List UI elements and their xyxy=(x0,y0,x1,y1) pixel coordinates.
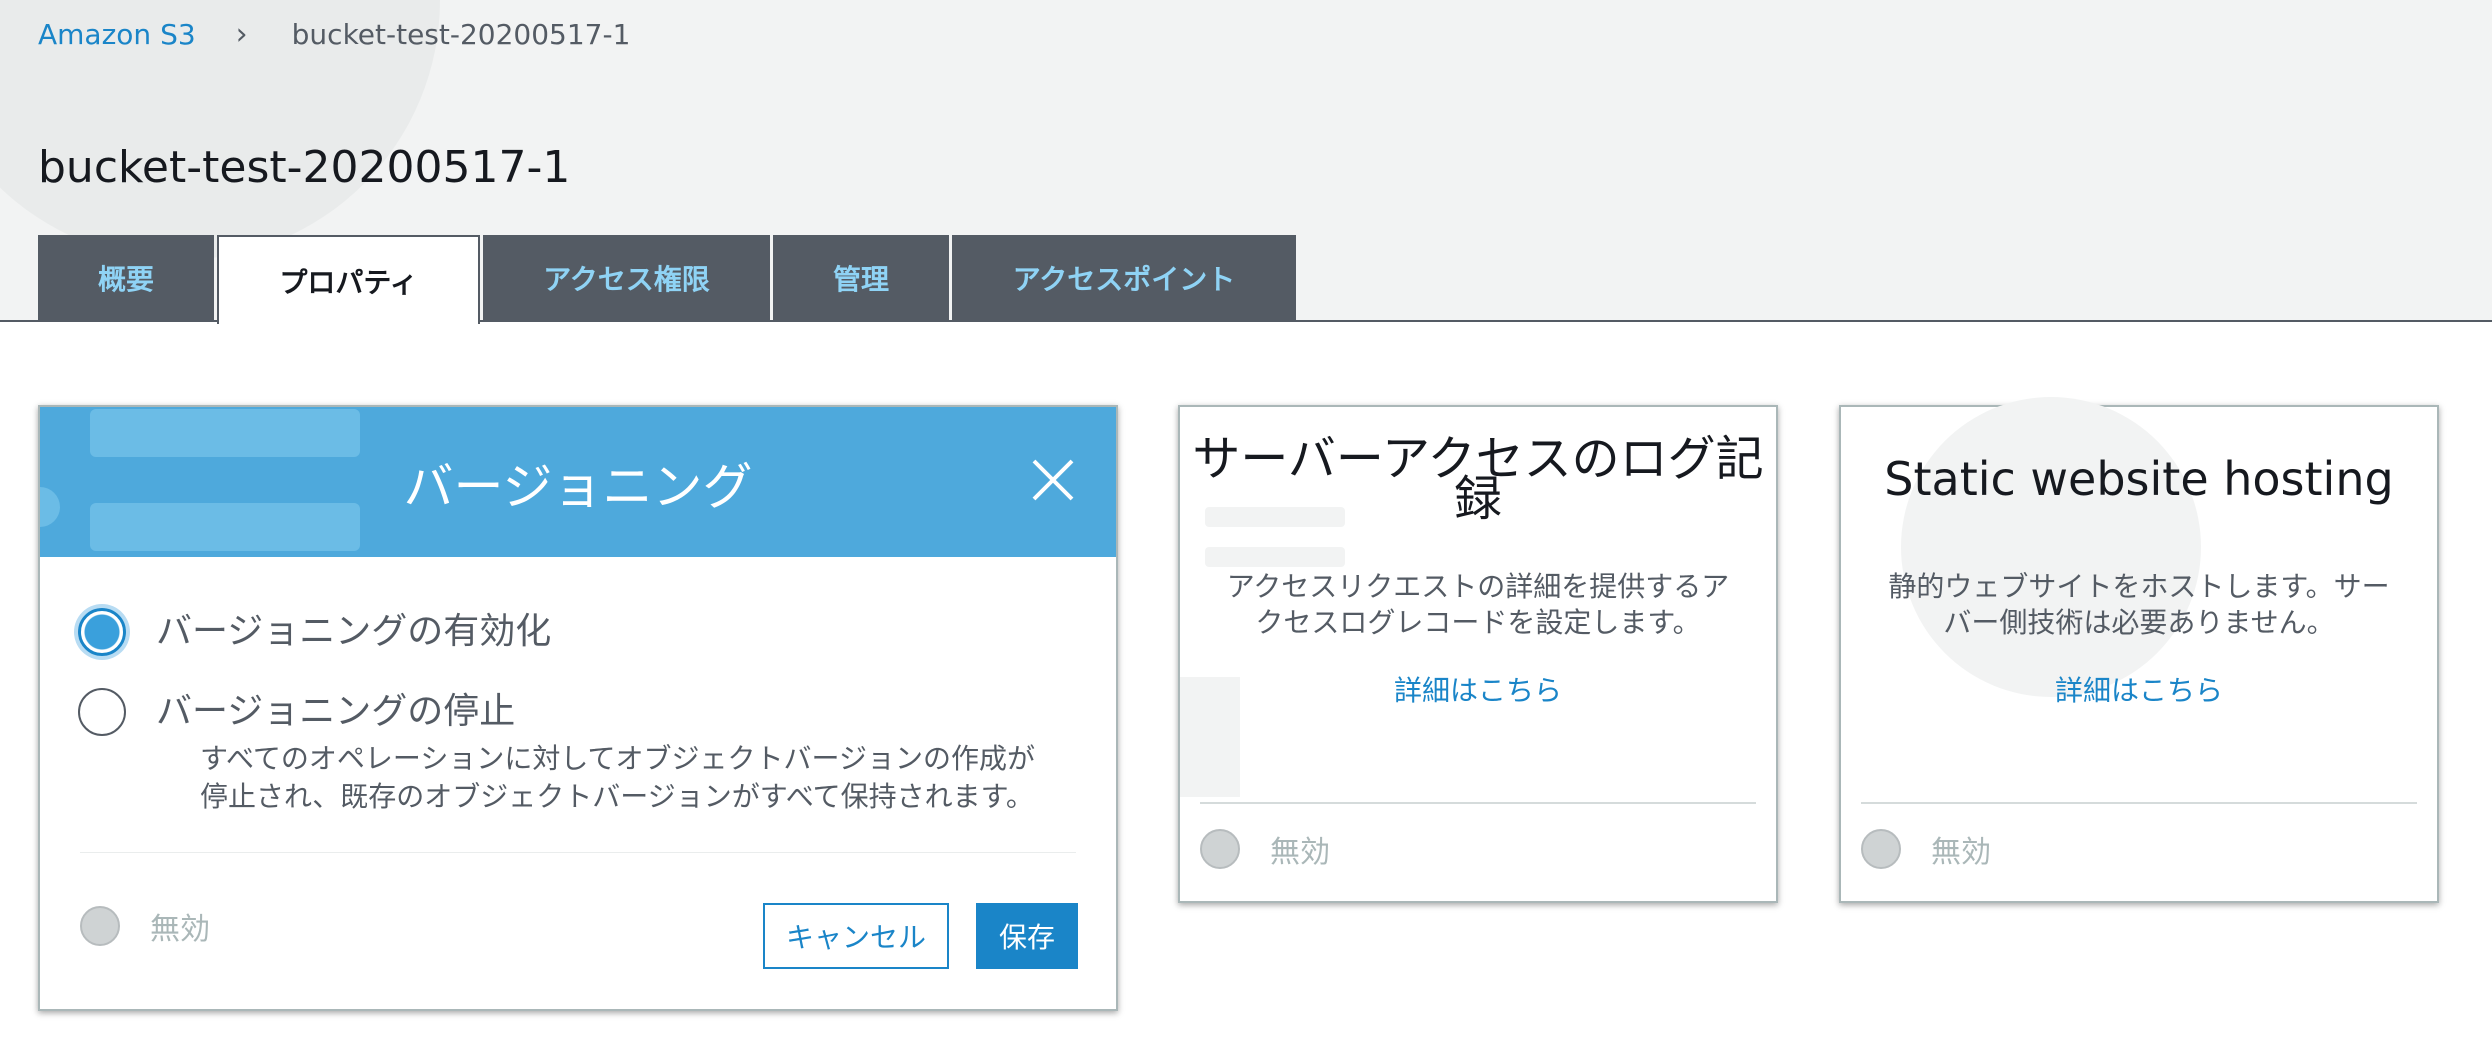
tab-label: アクセスポイント xyxy=(1012,262,1236,296)
description-line: アクセスリクエストの詳細を提供するア xyxy=(1226,570,1730,603)
status-label: 無効 xyxy=(1931,835,1991,870)
static-website-hosting-card[interactable]: Static website hosting 静的ウェブサイトをホストします。サ… xyxy=(1839,397,2439,903)
divider xyxy=(80,852,1076,853)
learn-more-link[interactable]: 詳細はこちら xyxy=(1841,669,2437,709)
description-line: バー側技術は必要ありません。 xyxy=(1943,606,2335,639)
tab-properties[interactable]: プロパティ xyxy=(217,235,480,324)
breadcrumb-current: bucket-test-20200517-1 xyxy=(291,17,631,51)
versioning-card-header: バージョニング xyxy=(40,407,1116,557)
versioning-card-title: バージョニング xyxy=(403,458,753,516)
cancel-button[interactable]: キャンセル xyxy=(763,903,949,969)
description-line: 停止され、既存のオブジェクトバージョンがすべて保持されます。 xyxy=(200,780,1034,813)
versioning-status: 無効 xyxy=(80,904,210,948)
suspend-description: すべてのオペレーションに対してオブジェクトバージョンの作成が 停止され、既存のオ… xyxy=(200,740,1060,816)
status-label: 無効 xyxy=(1270,835,1330,870)
website-status: 無効 xyxy=(1861,827,1991,871)
globe-decoration-icon xyxy=(1901,397,2201,697)
tab-overview[interactable]: 概要 xyxy=(38,235,214,320)
card-title: Static website hosting xyxy=(1884,452,2394,506)
tab-label: アクセス権限 xyxy=(543,262,710,296)
logging-status: 無効 xyxy=(1200,827,1330,871)
divider xyxy=(1200,802,1756,804)
tab-management[interactable]: 管理 xyxy=(773,235,949,320)
description-line: クセスログレコードを設定します。 xyxy=(1255,606,1701,639)
status-indicator-icon xyxy=(1861,829,1901,869)
description-line: 静的ウェブサイトをホストします。サー xyxy=(1888,570,2390,603)
card-description: 静的ウェブサイトをホストします。サー バー側技術は必要ありません。 xyxy=(1871,569,2407,641)
card-decoration xyxy=(1205,547,1345,567)
breadcrumb: Amazon S3 › bucket-test-20200517-1 xyxy=(38,14,630,54)
status-indicator-icon xyxy=(1200,829,1240,869)
description-line: すべてのオペレーションに対してオブジェクトバージョンの作成が xyxy=(200,742,1035,775)
divider xyxy=(1861,802,2417,804)
radio-enable-versioning[interactable]: バージョニングの有効化 xyxy=(78,608,551,656)
tab-label: プロパティ xyxy=(279,265,418,299)
status-label: 無効 xyxy=(150,912,210,947)
radio-label: バージョニングの停止 xyxy=(156,691,516,732)
tab-access-points[interactable]: アクセスポイント xyxy=(952,235,1296,320)
card-title: サーバーアクセスのログ記 録 xyxy=(1190,435,1766,523)
status-indicator-icon xyxy=(80,906,120,946)
tab-bar: 概要 プロパティ アクセス権限 管理 アクセスポイント xyxy=(38,235,1299,324)
page-title: bucket-test-20200517-1 xyxy=(38,142,571,193)
radio-label: バージョニングの有効化 xyxy=(156,611,552,652)
card-description: アクセスリクエストの詳細を提供するア クセスログレコードを設定します。 xyxy=(1210,569,1746,641)
radio-button-suspend[interactable] xyxy=(78,688,126,736)
save-button[interactable]: 保存 xyxy=(976,903,1078,969)
tab-label: 管理 xyxy=(832,262,889,296)
breadcrumb-separator-icon: › xyxy=(235,16,248,52)
learn-more-link[interactable]: 詳細はこちら xyxy=(1180,669,1776,709)
tab-label: 概要 xyxy=(97,262,154,296)
server-access-logging-card[interactable]: サーバーアクセスのログ記 録 アクセスリクエストの詳細を提供するア クセスログレ… xyxy=(1178,405,1778,903)
tab-permissions[interactable]: アクセス権限 xyxy=(483,235,770,320)
breadcrumb-amazon-s3-link[interactable]: Amazon S3 xyxy=(38,18,196,51)
radio-button-enable[interactable] xyxy=(78,608,126,656)
radio-suspend-versioning[interactable]: バージョニングの停止 xyxy=(78,688,515,736)
close-icon[interactable] xyxy=(1030,457,1076,503)
